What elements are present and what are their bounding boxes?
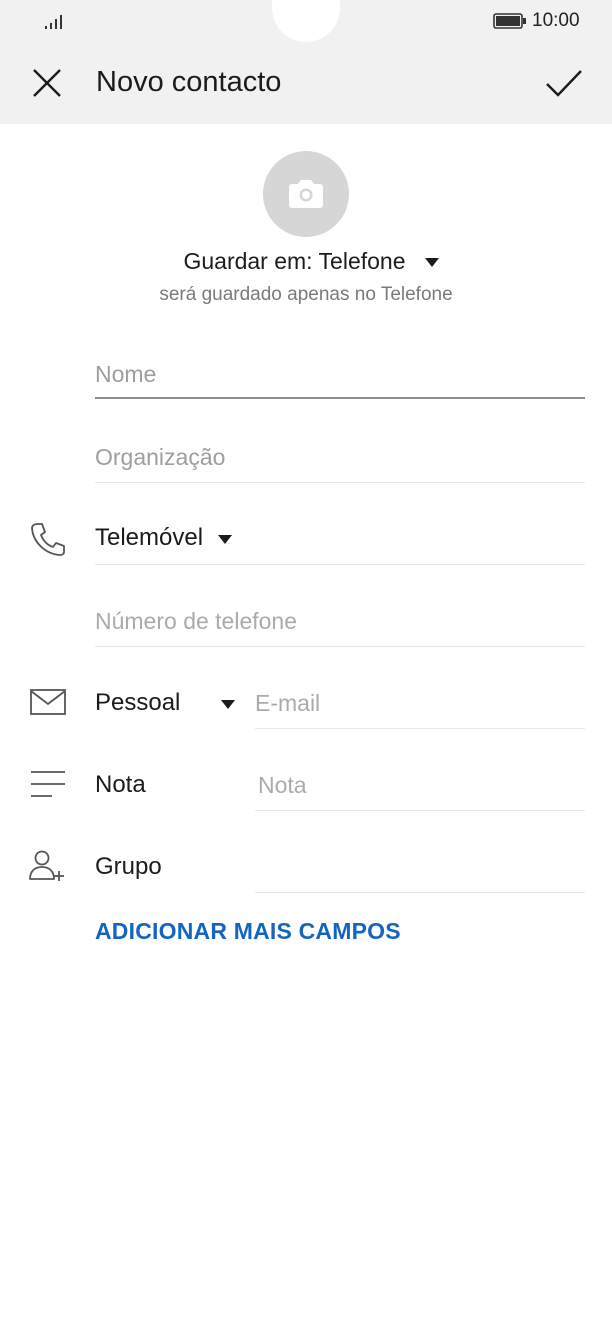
note-underline — [255, 810, 585, 811]
name-field[interactable]: Nome — [95, 354, 585, 394]
name-underline — [95, 397, 585, 399]
email-type-selector[interactable]: Pessoal — [95, 683, 236, 723]
storage-note: será guardado apenas no Telefone — [159, 284, 453, 305]
dropdown-arrow-icon — [221, 699, 236, 709]
phone-type-underline — [95, 564, 585, 565]
phone-type-label: Telemóvel — [95, 524, 204, 551]
phone-type-selector[interactable]: Telemóvel — [95, 518, 233, 558]
phone-number-underline — [95, 646, 585, 647]
dropdown-arrow-icon — [424, 258, 439, 267]
signal-icon — [45, 15, 62, 29]
dropdown-arrow-icon — [218, 534, 233, 544]
note-label: Nota — [95, 771, 146, 798]
group-underline — [255, 892, 585, 893]
email-underline — [255, 728, 585, 729]
storage-selector-row: Guardar em: Telefone — [0, 248, 612, 275]
status-time: 10:00 — [532, 10, 580, 31]
organization-underline — [95, 482, 585, 483]
group-add-icon — [29, 850, 64, 881]
page-title: Novo contacto — [96, 66, 282, 98]
email-type-label: Pessoal — [95, 689, 181, 716]
phone-icon — [31, 523, 65, 556]
save-checkmark-button[interactable] — [545, 68, 583, 100]
storage-label: Guardar em: Telefone — [183, 248, 406, 274]
group-field[interactable] — [255, 847, 585, 887]
email-icon — [30, 689, 66, 715]
phone-number-field[interactable]: Número de telefone — [95, 601, 585, 641]
add-more-fields-button[interactable]: ADICIONAR MAIS CAMPOS — [95, 918, 401, 945]
camera-notch — [272, 0, 340, 42]
group-label: Grupo — [95, 853, 162, 880]
close-button[interactable] — [31, 67, 63, 99]
notes-icon — [31, 771, 65, 797]
storage-selector[interactable]: Guardar em: Telefone — [183, 248, 439, 275]
add-photo-button[interactable] — [263, 151, 349, 237]
email-field[interactable]: E-mail — [255, 683, 585, 723]
camera-icon — [289, 180, 323, 208]
note-field[interactable]: Nota — [258, 765, 585, 805]
battery-icon — [493, 13, 526, 29]
organization-field[interactable]: Organização — [95, 437, 585, 477]
app-header: 10:00 Novo contacto — [0, 0, 612, 124]
